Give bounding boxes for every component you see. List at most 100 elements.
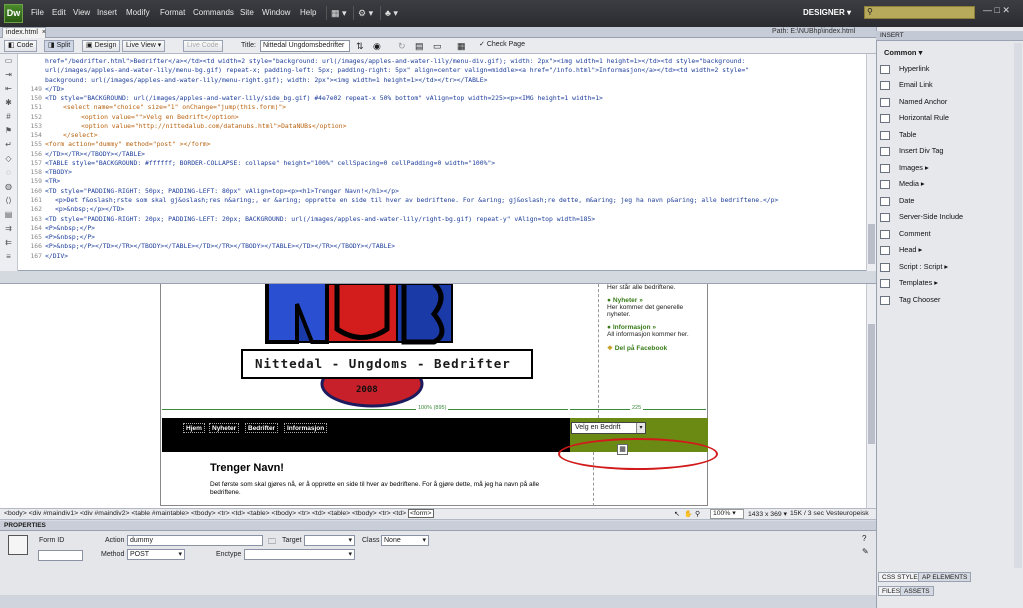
split-divider[interactable] [0, 271, 876, 284]
sidebar-link-nyheter[interactable]: ● Nyheter » [607, 297, 707, 304]
code-line[interactable]: <TD style="PADDING-RIGHT: 20px; PADDING-… [45, 215, 865, 224]
live-code-button[interactable]: Live Code [183, 40, 223, 52]
tab-assets[interactable]: ASSETS [900, 586, 934, 596]
insert-panel-header[interactable]: INSERT [876, 31, 1023, 41]
code-line[interactable]: <option value="">Velg en Bedrift</option… [45, 113, 865, 122]
code-line[interactable]: <P>&nbsp;</P> [45, 233, 865, 242]
preview-browser-icon[interactable]: ◉ [373, 41, 381, 52]
code-line[interactable]: </TD></TR></TBODY></TABLE> [45, 150, 865, 159]
nav-link-hjem[interactable]: Hjem [183, 423, 205, 433]
sidebar-link-informasjon[interactable]: ● Informasjon » [607, 324, 707, 331]
hand-tool-icon[interactable]: ✋ [684, 510, 692, 518]
code-line[interactable]: <p>Det f&oslash;rste som skal gj&oslash;… [45, 196, 865, 205]
insert-templates[interactable]: Templates ▸ [880, 278, 938, 288]
code-line[interactable]: <TD style="BACKGROUND: url(/images/apple… [45, 94, 865, 103]
tag-selector[interactable]: <body> <div #maindiv1> <div #maindiv2> <… [4, 509, 434, 518]
line-numbers-icon[interactable]: # [0, 110, 17, 124]
window-controls[interactable]: — □ ✕ [983, 5, 1010, 16]
target-select[interactable] [304, 535, 355, 546]
insert-category-select[interactable]: Common ▾ [884, 48, 922, 57]
settings-icon[interactable]: ⚙ ▾ [353, 6, 377, 20]
design-view-button[interactable]: ▣ Design [82, 40, 121, 52]
code-scrollbar[interactable] [866, 54, 876, 271]
insert-head[interactable]: Head ▸ [880, 245, 922, 255]
insert-media[interactable]: Media ▸ [880, 179, 925, 189]
menu-help[interactable]: Help [300, 8, 316, 17]
layout-icon[interactable]: ▦ ▾ [326, 6, 351, 20]
refresh-icon[interactable]: ↻ [398, 41, 406, 52]
code-line[interactable]: <TD style="PADDING-RIGHT: 50px; PADDING-… [45, 187, 865, 196]
menu-file[interactable]: File [31, 8, 44, 17]
wrap-tag-icon[interactable]: ⟨⟩ [0, 194, 17, 208]
code-line[interactable]: <form action="dummy" method="post" ></fo… [45, 140, 865, 149]
company-select[interactable]: Velg en Bedrift [571, 422, 646, 434]
class-select[interactable]: None [381, 535, 429, 546]
properties-header[interactable]: PROPERTIES [0, 521, 876, 531]
format-icon[interactable]: ≡ [0, 250, 17, 264]
split-view-button[interactable]: ◨ Split [44, 40, 75, 52]
enctype-select[interactable] [244, 549, 355, 560]
code-line[interactable]: <P>&nbsp;</P></TD></TR></TBODY></TABLE><… [45, 242, 865, 251]
file-management-icon[interactable]: ⇅ [356, 41, 364, 52]
chevron-down-icon[interactable]: ▾ [636, 423, 645, 433]
menu-view[interactable]: View [73, 8, 90, 17]
form-id-input[interactable] [38, 550, 83, 561]
menu-modify[interactable]: Modify [126, 8, 150, 17]
insert-div-tag[interactable]: Insert Div Tag [880, 146, 943, 156]
insert-ssi[interactable]: Server-Side Include [880, 212, 963, 222]
nav-link-nyheter[interactable]: Nyheter [209, 423, 240, 433]
insert-tag-chooser[interactable]: Tag Chooser [880, 295, 940, 305]
validate-icon[interactable]: ▦ [457, 41, 466, 52]
action-input[interactable]: dummy [127, 535, 263, 546]
insert-images[interactable]: Images ▸ [880, 163, 929, 173]
insert-script[interactable]: Script : Script ▸ [880, 262, 948, 272]
insert-comment[interactable]: Comment [880, 229, 931, 239]
quick-tag-icon[interactable]: ✎ [862, 547, 869, 556]
code-line[interactable]: href="/bedrifter.html">Bedrifter</a></td… [45, 57, 865, 66]
insert-named-anchor[interactable]: Named Anchor [880, 97, 947, 107]
document-tab[interactable]: index.html × [2, 27, 46, 38]
site-icon[interactable]: ♣ ▾ [380, 6, 402, 20]
page-title-input[interactable]: Nittedal Ungdomsbedrifter [260, 40, 350, 52]
live-view-button[interactable]: Live View ▾ [122, 40, 166, 52]
folder-icon[interactable]: 🗀 [268, 536, 276, 550]
design-scrollbar[interactable] [866, 284, 876, 508]
insert-hyperlink[interactable]: Hyperlink [880, 64, 929, 74]
design-scroll-thumb[interactable] [868, 324, 875, 444]
menu-insert[interactable]: Insert [97, 8, 117, 17]
facebook-share-link[interactable]: ❖ Del på Facebook [607, 344, 707, 352]
method-select[interactable]: POST [127, 549, 185, 560]
insert-table[interactable]: Table [880, 130, 916, 140]
code-line[interactable]: <select name="choice" size="1" onChange=… [45, 103, 865, 112]
code-view-button[interactable]: ◧ Code [4, 40, 38, 52]
nav-link-informasjon[interactable]: Informasjon [284, 423, 328, 433]
visual-aids-icon[interactable]: ▤ [415, 41, 424, 52]
code-line[interactable]: </select> [45, 131, 865, 140]
code-line[interactable]: <P>&nbsp;</P> [45, 224, 865, 233]
menu-site[interactable]: Site [240, 8, 254, 17]
code-line[interactable]: </TD> [45, 85, 865, 94]
highlight-invalid-icon[interactable]: ⚑ [0, 124, 17, 138]
zoom-tool-icon[interactable]: ⚲ [695, 510, 700, 518]
code-line[interactable]: <option value="http://nittedalub.com/dat… [45, 122, 865, 131]
nav-link-bedrifter[interactable]: Bedrifter [245, 423, 279, 433]
snippets-icon[interactable]: ▤ [0, 208, 17, 222]
help-search-input[interactable]: ⚲ [864, 6, 975, 19]
code-line[interactable]: url(/images/apples-and-water-lily/menu-b… [45, 66, 865, 75]
close-icon[interactable]: × [42, 29, 46, 36]
code-line[interactable]: background: url(/images/apples-and-water… [45, 76, 865, 85]
code-line[interactable]: <TBODY> [45, 168, 865, 177]
code-scroll-thumb[interactable] [868, 224, 875, 264]
menu-commands[interactable]: Commands [193, 8, 234, 17]
form-marker-icon[interactable]: ▦ [617, 444, 628, 455]
collapse-icon[interactable]: ⇥ [0, 68, 17, 82]
insert-date[interactable]: Date [880, 196, 914, 206]
select-tool-icon[interactable]: ↖ [674, 510, 680, 518]
insert-panel-scrollbar[interactable] [1014, 43, 1022, 568]
code-line[interactable]: <TABLE style="BACKGROUND: #ffffff; BORDE… [45, 159, 865, 168]
indent-icon[interactable]: ⇉ [0, 222, 17, 236]
uncomment-icon[interactable]: ◍ [0, 180, 17, 194]
comment-icon[interactable]: ◌ [0, 166, 17, 180]
expand-icon[interactable]: ⇤ [0, 82, 17, 96]
code-line[interactable]: <TR> [45, 177, 865, 186]
